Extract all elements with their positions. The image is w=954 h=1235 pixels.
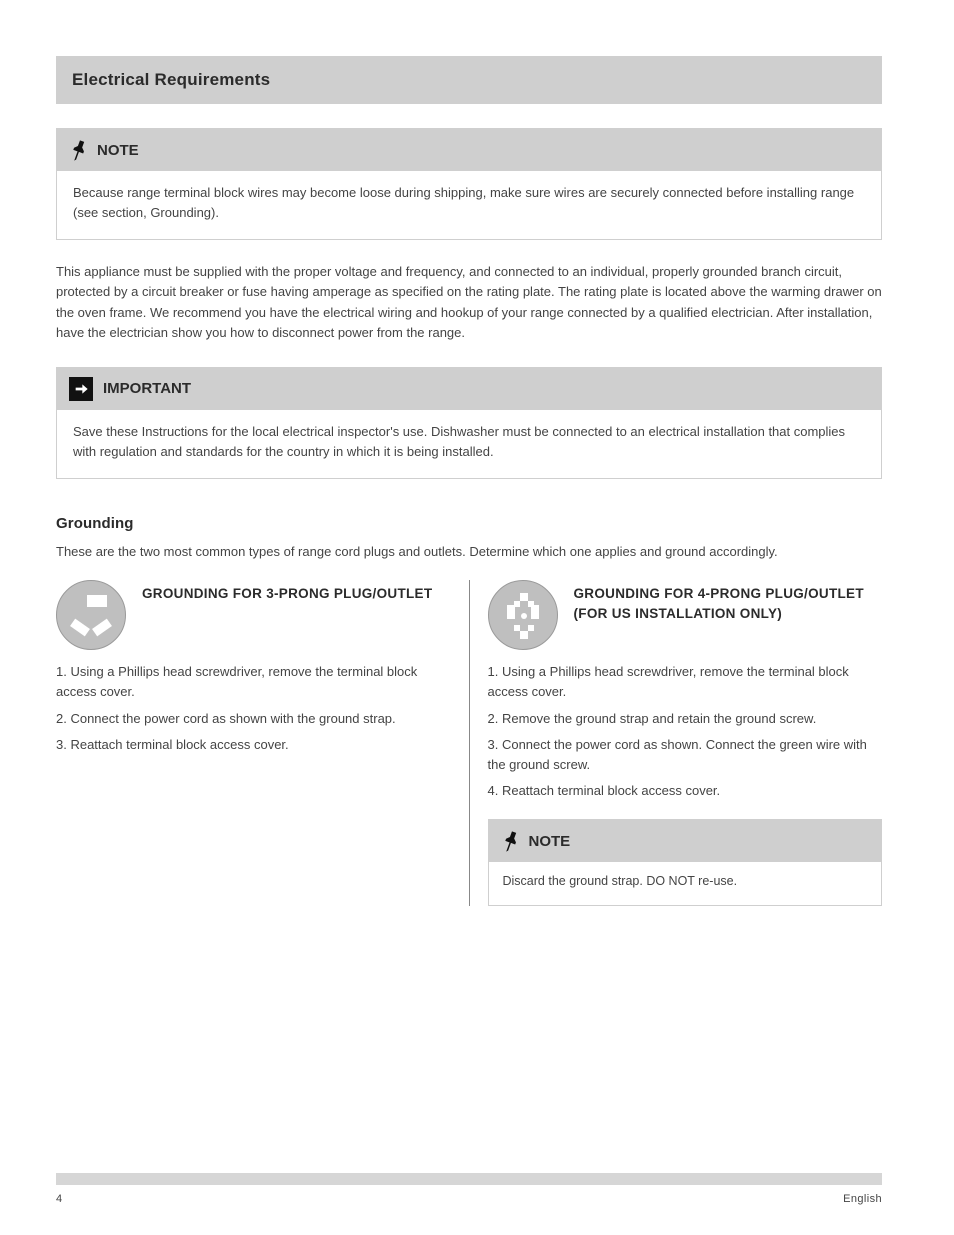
col-4-prong: GROUNDING FOR 4-PRONG PLUG/OUTLET (FOR U… (469, 580, 883, 906)
list-item: 3. Connect the power cord as shown. Conn… (488, 735, 883, 775)
note-header: NOTE (57, 129, 881, 171)
section-title-bar: Electrical Requirements (56, 56, 882, 104)
page-number: 4 (56, 1193, 63, 1205)
important-label: IMPORTANT (103, 380, 191, 397)
three-prong-outlet-icon (56, 580, 126, 650)
list-item: 1. Using a Phillips head screwdriver, re… (488, 662, 883, 702)
intro-paragraph: This appliance must be supplied with the… (56, 262, 882, 343)
section-title: Electrical Requirements (72, 70, 270, 90)
list-item: 2. Connect the power cord as shown with … (56, 709, 451, 729)
list-item: 3. Reattach terminal block access cover. (56, 735, 451, 755)
list-item: 2. Remove the ground strap and retain th… (488, 709, 883, 729)
pushpin-icon (69, 139, 87, 161)
note-body: Discard the ground strap. DO NOT re-use. (489, 862, 882, 905)
note-box-1: NOTE Because range terminal block wires … (56, 128, 882, 240)
col-3-prong: GROUNDING FOR 3-PRONG PLUG/OUTLET 1. Usi… (56, 580, 469, 906)
list-item: 4. Reattach terminal block access cover. (488, 781, 883, 801)
four-prong-outlet-icon (488, 580, 558, 650)
two-column-layout: GROUNDING FOR 3-PRONG PLUG/OUTLET 1. Usi… (56, 580, 882, 906)
grounding-paragraph: These are the two most common types of r… (56, 542, 882, 562)
footer: 4 English (56, 1193, 882, 1205)
note-body: Because range terminal block wires may b… (57, 171, 881, 239)
four-prong-title: GROUNDING FOR 4-PRONG PLUG/OUTLET (FOR U… (574, 580, 883, 623)
list-item: 1. Using a Phillips head screwdriver, re… (56, 662, 451, 702)
three-prong-title: GROUNDING FOR 3-PRONG PLUG/OUTLET (142, 580, 432, 604)
plug-row: GROUNDING FOR 3-PRONG PLUG/OUTLET (56, 580, 451, 650)
footer-language: English (843, 1193, 882, 1205)
footer-divider (56, 1173, 882, 1185)
four-prong-steps: 1. Using a Phillips head screwdriver, re… (488, 662, 883, 801)
plug-row: GROUNDING FOR 4-PRONG PLUG/OUTLET (FOR U… (488, 580, 883, 650)
note-label: NOTE (97, 142, 139, 159)
important-header: IMPORTANT (57, 368, 881, 410)
important-box: IMPORTANT Save these Instructions for th… (56, 367, 882, 479)
three-prong-steps: 1. Using a Phillips head screwdriver, re… (56, 662, 451, 755)
arrow-right-icon (69, 377, 93, 401)
note-label: NOTE (529, 833, 571, 850)
important-body: Save these Instructions for the local el… (57, 410, 881, 478)
grounding-title: Grounding (56, 515, 882, 532)
note-header: NOTE (489, 820, 882, 862)
pushpin-icon (501, 830, 519, 852)
note-box-2: NOTE Discard the ground strap. DO NOT re… (488, 819, 883, 906)
